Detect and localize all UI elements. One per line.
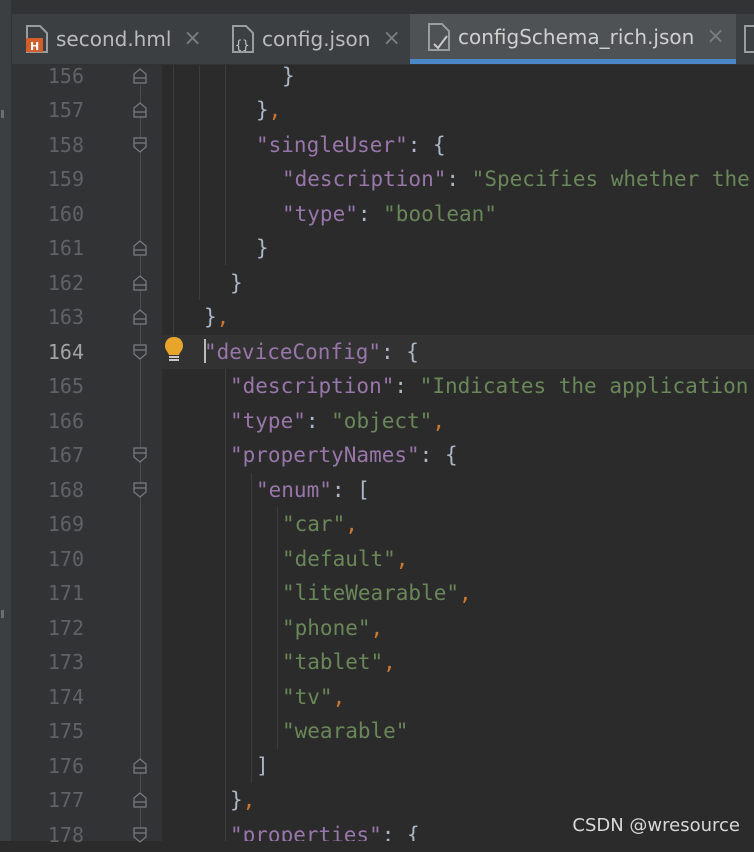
- line-number: 174: [47, 685, 84, 709]
- tab-overflow-next[interactable]: [742, 14, 754, 64]
- tab-label: config.json: [262, 27, 371, 51]
- code-line: "description": "Indicates the applicatio…: [230, 374, 749, 398]
- editor-gutter: 156 157 158 159 160 161 162 163 164 165 …: [12, 64, 162, 847]
- tab-config-json[interactable]: {} config.json ×: [230, 14, 415, 64]
- code-line: ]: [256, 754, 269, 778]
- line-number: 161: [47, 236, 84, 260]
- code-line: },: [256, 98, 282, 122]
- line-number: 156: [47, 64, 84, 88]
- code-line: "enum": [: [256, 478, 370, 502]
- code-line: "propertyNames": {: [230, 443, 458, 467]
- line-number: 169: [47, 512, 84, 536]
- line-number: 158: [47, 133, 84, 157]
- code-line: "default",: [282, 547, 409, 571]
- fold-start-icon[interactable]: [133, 447, 147, 463]
- line-number: 177: [47, 788, 84, 812]
- line-number: 173: [47, 650, 84, 674]
- line-number: 157: [47, 98, 84, 122]
- fold-end-icon[interactable]: [133, 275, 147, 291]
- tab-configschema-rich-json[interactable]: configSchema_rich.json ×: [410, 14, 736, 64]
- code-line-current: "deviceConfig": {: [204, 339, 419, 364]
- line-number: 178: [47, 823, 84, 847]
- svg-text:{}: {}: [235, 38, 249, 52]
- fold-end-icon[interactable]: [133, 102, 147, 118]
- code-line: "properties": {: [230, 823, 420, 841]
- hml-file-icon: H: [24, 24, 50, 54]
- code-line: "type": "boolean": [282, 202, 497, 226]
- fold-start-icon[interactable]: [133, 344, 147, 360]
- fold-end-icon[interactable]: [133, 68, 147, 84]
- tab-label: second.hml: [56, 27, 172, 51]
- code-line: "tv",: [282, 685, 346, 709]
- line-number: 162: [47, 271, 84, 295]
- watermark: CSDN @wresource: [572, 815, 740, 836]
- fold-end-icon[interactable]: [133, 792, 147, 808]
- tab-second-hml[interactable]: H second.hml ×: [24, 14, 227, 64]
- fold-guide-line: [140, 85, 141, 841]
- code-line: "singleUser": {: [256, 133, 446, 157]
- line-number: 160: [47, 202, 84, 226]
- code-line: "wearable": [282, 719, 409, 743]
- close-icon[interactable]: ×: [706, 25, 724, 48]
- line-number: 176: [47, 754, 84, 778]
- fold-start-icon[interactable]: [133, 482, 147, 498]
- tab-label: configSchema_rich.json: [458, 24, 695, 49]
- line-number: 175: [47, 719, 84, 743]
- line-number: 172: [47, 616, 84, 640]
- line-number: 163: [47, 305, 84, 329]
- code-line: }: [282, 65, 295, 88]
- close-icon[interactable]: ×: [183, 28, 201, 50]
- line-number: 159: [47, 167, 84, 191]
- code-line: },: [230, 788, 256, 812]
- code-line: "description": "Specifies whether the: [282, 167, 750, 191]
- line-number: 165: [47, 374, 84, 398]
- json-schema-file-icon: [426, 22, 452, 52]
- left-tool-strip: [0, 0, 12, 841]
- line-number: 166: [47, 409, 84, 433]
- code-line: "liteWearable",: [282, 581, 472, 605]
- strip-marker: [1, 610, 4, 618]
- json-file-icon: {}: [230, 24, 256, 54]
- code-line: "car",: [282, 512, 358, 536]
- code-line: }: [230, 271, 243, 295]
- fold-start-icon[interactable]: [133, 137, 147, 153]
- fold-end-icon[interactable]: [133, 309, 147, 325]
- editor-tab-bar: H second.hml × {} config.json × configSc…: [12, 0, 754, 65]
- svg-text:H: H: [30, 40, 39, 53]
- fold-end-icon[interactable]: [133, 240, 147, 256]
- current-line-number: 164: [47, 340, 84, 364]
- code-line: }: [256, 236, 269, 260]
- code-line: },: [204, 305, 230, 329]
- code-line: "type": "object",: [230, 409, 445, 433]
- line-number: 171: [47, 581, 84, 605]
- code-line: "phone",: [282, 616, 384, 640]
- close-icon[interactable]: ×: [382, 28, 400, 50]
- code-editor[interactable]: } }, "singleUser": { "description": "Spe…: [162, 65, 754, 841]
- file-icon: [742, 24, 754, 54]
- code-line: "tablet",: [282, 650, 396, 674]
- strip-marker: [1, 110, 4, 118]
- line-number: 168: [47, 478, 84, 502]
- fold-end-icon[interactable]: [133, 758, 147, 774]
- tab-bar-top-edge: [12, 0, 754, 14]
- line-number: 170: [47, 547, 84, 571]
- line-number: 167: [47, 443, 84, 467]
